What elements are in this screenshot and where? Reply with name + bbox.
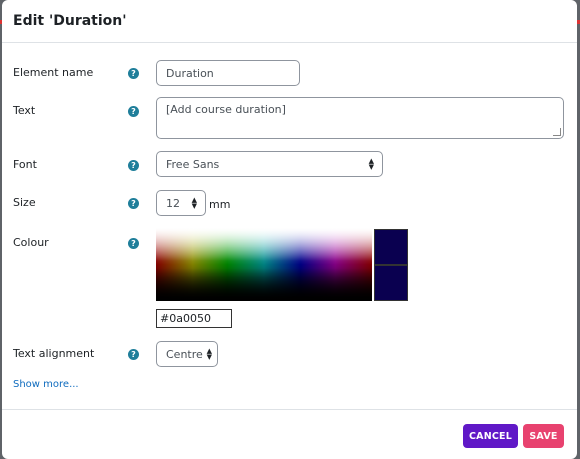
size-select[interactable]: 12 ▲ ▼: [156, 190, 206, 216]
help-icon[interactable]: ?: [128, 238, 139, 249]
colour-hex-value: #0a0050: [160, 312, 211, 325]
size-value: 12: [166, 196, 180, 210]
font-select[interactable]: Free Sans ▲ ▼: [156, 151, 383, 177]
text-alignment-select[interactable]: Centre ▲ ▼: [156, 341, 218, 367]
font-value: Free Sans: [166, 157, 220, 171]
sort-arrows-icon: ▲ ▼: [206, 347, 212, 361]
save-button[interactable]: SAVE: [523, 424, 564, 448]
cancel-button[interactable]: CANCEL: [463, 424, 518, 448]
colour-picker-shading: [156, 228, 372, 301]
current-colour-swatch: [374, 229, 408, 265]
help-icon[interactable]: ?: [128, 106, 139, 117]
modal-title: Edit 'Duration': [13, 13, 127, 29]
colour-label: Colour: [13, 236, 49, 249]
edit-element-modal: Edit 'Duration' Element name ? Duration …: [2, 0, 577, 459]
text-alignment-value: Centre: [166, 347, 203, 361]
element-name-input[interactable]: Duration: [156, 60, 300, 86]
text-value: [Add course duration]: [166, 103, 286, 116]
size-unit: mm: [209, 198, 231, 211]
colour-picker-gradient[interactable]: [156, 228, 372, 301]
help-icon[interactable]: ?: [128, 349, 139, 360]
help-icon[interactable]: ?: [128, 68, 139, 79]
help-icon[interactable]: ?: [128, 160, 139, 171]
show-more-link[interactable]: Show more...: [13, 379, 79, 390]
size-label: Size: [13, 196, 36, 209]
sort-arrows-icon: ▲ ▼: [368, 157, 374, 171]
font-label: Font: [13, 158, 37, 171]
modal-header: Edit 'Duration': [2, 0, 577, 43]
element-name-value: Duration: [166, 66, 214, 80]
text-textarea[interactable]: [Add course duration]: [156, 97, 564, 139]
element-name-label: Element name: [13, 66, 94, 79]
text-label: Text: [13, 104, 36, 117]
text-alignment-label: Text alignment: [13, 347, 95, 360]
colour-hex-input[interactable]: #0a0050: [156, 309, 232, 328]
modal-footer: CANCEL SAVE: [2, 409, 577, 459]
help-icon[interactable]: ?: [128, 198, 139, 209]
resize-handle[interactable]: [553, 128, 561, 136]
sort-arrows-icon: ▲ ▼: [191, 196, 197, 210]
previous-colour-swatch: [374, 265, 408, 301]
